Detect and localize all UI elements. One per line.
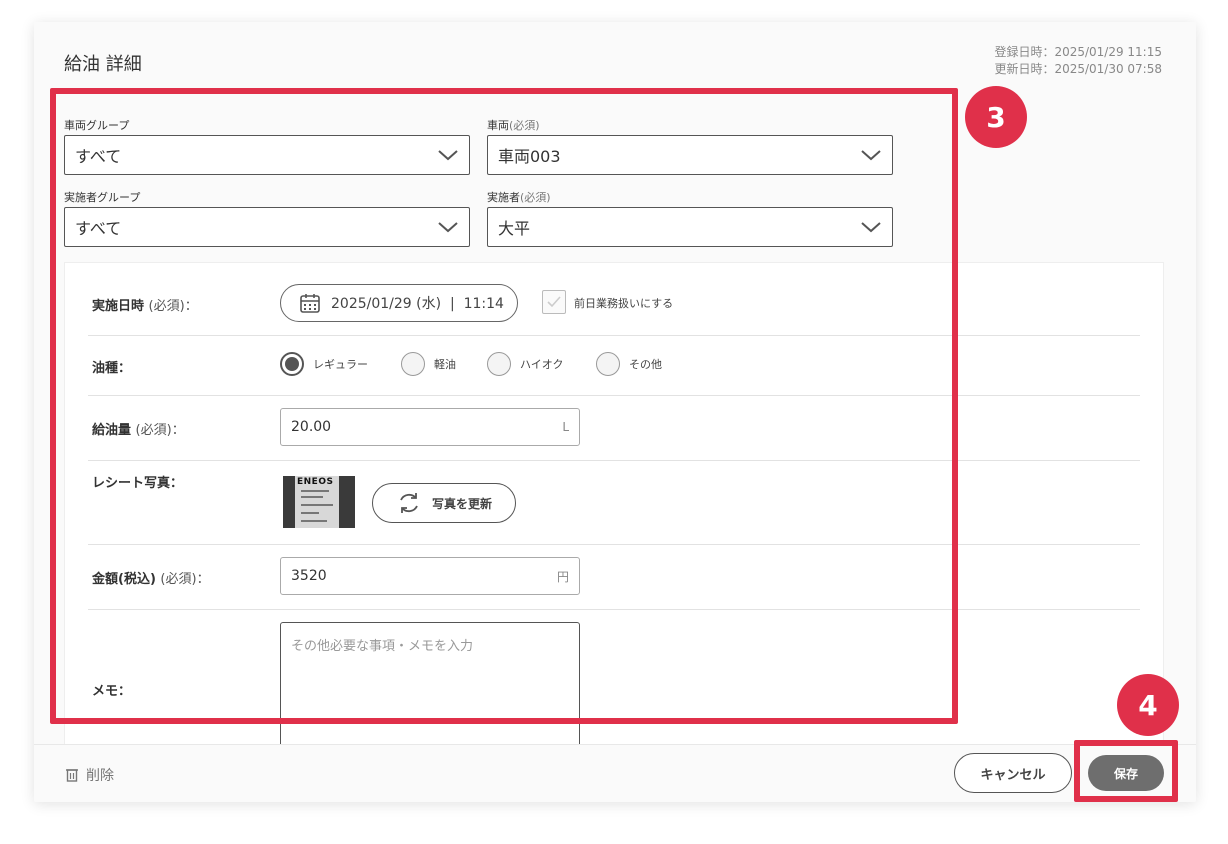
vehicle-label: 車両(必須) [487, 119, 540, 132]
update-photo-button[interactable]: 写真を更新 [372, 483, 516, 523]
receipt-label: レシート写真： [92, 476, 184, 491]
page-title: 給油 詳細 [64, 54, 142, 75]
fuel-type-label: 油種： [92, 361, 132, 376]
fuel-type-diesel-label: 軽油 [434, 358, 456, 371]
executor-group-label: 実施者グループ [64, 191, 141, 204]
cancel-button[interactable]: キャンセル [954, 753, 1072, 793]
fuel-type-premium-radio[interactable] [487, 352, 511, 376]
fuel-type-regular-radio[interactable] [280, 352, 304, 376]
amount-label: 給油量 (必須)： [92, 423, 185, 438]
executor-group-select[interactable]: すべて [64, 207, 470, 247]
vehicle-value: 車両003 [498, 147, 561, 166]
datetime-label: 実施日時 (必須)： [92, 299, 198, 314]
footer-bar: 削除 キャンセル 保存 [34, 744, 1196, 802]
executor-value: 大平 [498, 219, 531, 238]
divider [88, 460, 1140, 461]
datetime-value: 2025/01/29 (水) | 11:14 [331, 296, 504, 312]
fuel-type-premium-label: ハイオク [520, 358, 564, 371]
receipt-line [301, 512, 319, 514]
receipt-paper: ENEOS [295, 476, 339, 528]
delete-label: 削除 [86, 768, 114, 784]
prev-day-label: 前日業務扱いにする [574, 297, 674, 310]
chevron-down-icon [861, 150, 881, 161]
executor-select[interactable]: 大平 [487, 207, 893, 247]
divider [88, 544, 1140, 545]
receipt-line [301, 490, 329, 492]
vehicle-select[interactable]: 車両003 [487, 135, 893, 175]
fuel-type-other-radio[interactable] [596, 352, 620, 376]
chevron-down-icon [861, 222, 881, 233]
created-timestamp: 登録日時：2025/01/29 11:15 [994, 45, 1162, 59]
fuel-type-diesel-radio[interactable] [401, 352, 425, 376]
datetime-picker[interactable]: 2025/01/29 (水) | 11:14 [280, 284, 518, 322]
timestamps: 登録日時：2025/01/29 11:15 更新日時：2025/01/30 07… [994, 44, 1162, 78]
refresh-icon [400, 493, 418, 513]
fuel-type-other-label: その他 [629, 358, 662, 371]
price-input[interactable]: 3520 円 [280, 557, 580, 595]
fuel-detail-card: 給油 詳細 登録日時：2025/01/29 11:15 更新日時：2025/01… [34, 22, 1196, 802]
fuel-type-regular-label: レギュラー [313, 358, 368, 371]
receipt-line [301, 504, 333, 506]
updated-timestamp: 更新日時：2025/01/30 07:58 [994, 62, 1162, 76]
memo-label: メモ： [92, 684, 132, 699]
chevron-down-icon [438, 222, 458, 233]
executor-label: 実施者(必須) [487, 191, 551, 204]
chevron-down-icon [438, 150, 458, 161]
price-label: 金額(税込) (必須)： [92, 572, 210, 587]
receipt-thumbnail[interactable]: ENEOS [283, 476, 355, 528]
vehicle-group-value: すべて [75, 147, 122, 166]
divider [88, 395, 1140, 396]
amount-input[interactable]: 20.00 L [280, 408, 580, 446]
step-badge-4: 4 [1117, 674, 1179, 736]
form-panel [64, 262, 1164, 762]
amount-unit: L [562, 420, 569, 434]
price-unit: 円 [556, 569, 569, 584]
save-button[interactable]: 保存 [1088, 755, 1164, 791]
delete-button[interactable]: 削除 [64, 765, 114, 785]
receipt-line [301, 496, 323, 498]
memo-textarea[interactable] [280, 622, 580, 762]
amount-value: 20.00 [291, 419, 332, 435]
executor-group-value: すべて [75, 219, 122, 238]
check-icon [547, 296, 561, 308]
vehicle-group-label: 車両グループ [64, 119, 130, 132]
prev-day-checkbox[interactable] [542, 290, 566, 314]
step-badge-3: 3 [965, 86, 1027, 148]
receipt-line [301, 520, 327, 522]
vehicle-group-select[interactable]: すべて [64, 135, 470, 175]
trash-icon [66, 769, 78, 782]
divider [88, 609, 1140, 610]
receipt-brand: ENEOS [297, 477, 334, 487]
calendar-icon [300, 294, 320, 313]
price-value: 3520 [291, 568, 327, 584]
update-photo-label: 写真を更新 [431, 496, 492, 511]
divider [88, 335, 1140, 336]
